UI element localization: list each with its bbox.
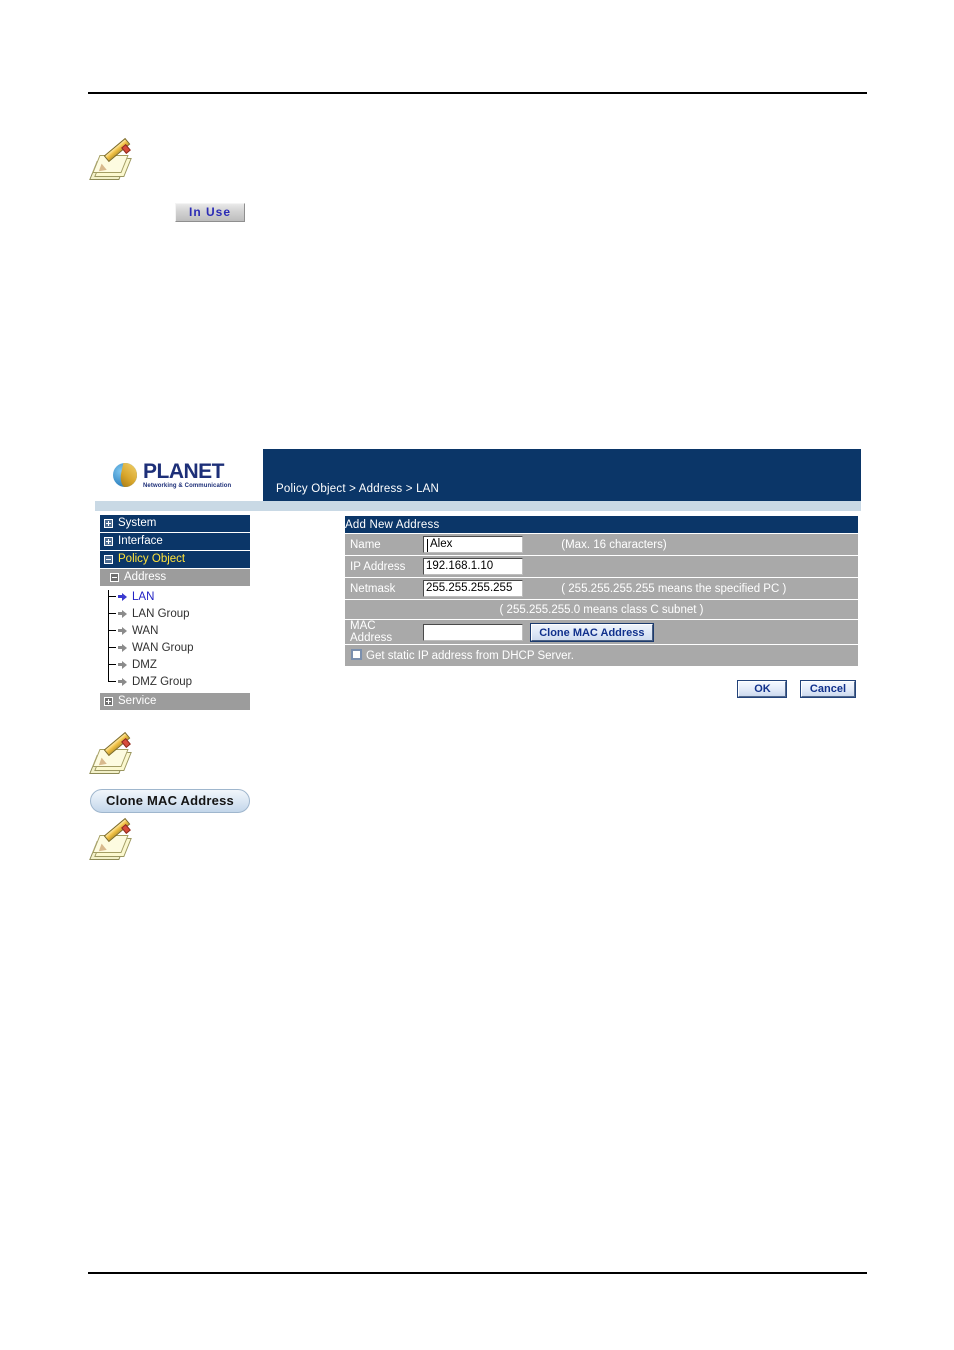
mac-address-label: MAC Address — [345, 620, 419, 644]
sidebar-item-lan[interactable]: LAN — [108, 588, 250, 605]
netmask-note: ( 255.255.255.0 means class C subnet ) — [345, 600, 858, 619]
expand-plus-icon[interactable] — [104, 697, 113, 706]
sidebar-item-label: Policy Object — [118, 553, 186, 565]
sidebar-item-label: DMZ — [132, 658, 157, 671]
arrow-right-icon — [118, 660, 128, 669]
sidebar-item-dmz-group[interactable]: DMZ Group — [108, 673, 250, 690]
sidebar-item-label: LAN — [132, 590, 155, 603]
name-field-cell: Alex — [419, 534, 556, 555]
header-underbar — [95, 501, 861, 511]
arrow-right-icon — [118, 609, 128, 618]
planet-logo: PLANET Networking & Communication — [95, 449, 263, 501]
sidebar-item-lan-group[interactable]: LAN Group — [108, 605, 250, 622]
logo-wordmark: PLANET — [143, 460, 225, 483]
pencil-eraser — [121, 824, 131, 834]
breadcrumb: Policy Object > Address > LAN — [276, 483, 440, 495]
sidebar-item-label: WAN Group — [132, 641, 194, 654]
form-title-row: Add New Address — [345, 516, 858, 533]
logo-tagline: Networking & Communication — [143, 483, 232, 489]
note-pencil-icon — [89, 817, 136, 868]
name-input[interactable]: Alex — [423, 536, 523, 553]
netmask-field-cell: 255.255.255.255 — [419, 578, 556, 599]
sidebar-item-label: LAN Group — [132, 607, 190, 620]
mac-address-field-cell: Clone MAC Address — [419, 620, 858, 644]
form-table: Add New Address Name Alex (Max. 16 chara… — [345, 515, 858, 667]
netmask-hint: ( 255.255.255.255 means the specified PC… — [555, 578, 858, 599]
clone-mac-address-button[interactable]: Clone MAC Address — [530, 622, 654, 642]
breadcrumb-band: Policy Object > Address > LAN — [263, 449, 861, 501]
tree-branch-line — [108, 647, 116, 648]
tree-branch-line — [108, 664, 116, 665]
sidebar-item-interface[interactable]: Interface — [100, 533, 250, 550]
ip-address-hint — [555, 556, 858, 577]
dhcp-checkbox[interactable] — [351, 649, 362, 660]
page-top-rule — [88, 92, 867, 94]
sidebar-group-address[interactable]: Address — [100, 569, 250, 586]
name-hint: (Max. 16 characters) — [555, 534, 858, 555]
form-row-dhcp: Get static IP address from DHCP Server. — [345, 645, 858, 666]
expand-plus-icon[interactable] — [104, 537, 113, 546]
dhcp-label: Get static IP address from DHCP Server. — [366, 650, 574, 662]
sidebar-item-label: System — [118, 517, 157, 529]
arrow-right-icon — [118, 626, 128, 635]
sidebar-item-label: WAN — [132, 624, 159, 637]
pencil-eraser — [121, 738, 131, 748]
arrow-right-icon — [118, 592, 128, 601]
form-row-netmask: Netmask 255.255.255.255 ( 255.255.255.25… — [345, 578, 858, 599]
in-use-button[interactable]: In Use — [175, 203, 245, 222]
sidebar-item-service[interactable]: Service — [100, 693, 250, 710]
ip-address-field-cell: 192.168.1.10 — [419, 556, 556, 577]
tree-branch-line — [108, 596, 116, 597]
ip-address-input[interactable]: 192.168.1.10 — [423, 558, 523, 575]
note-pencil-icon — [89, 137, 136, 188]
page-bottom-rule — [88, 1272, 867, 1274]
arrow-right-icon — [118, 677, 128, 686]
note-pencil-icon — [89, 731, 136, 782]
mac-address-input[interactable] — [423, 623, 523, 641]
sidebar-subnav: LAN LAN Group WAN WAN Group DMZ DMZ Grou… — [100, 588, 250, 690]
collapse-minus-icon[interactable] — [110, 573, 119, 582]
tree-branch-line — [108, 681, 116, 682]
form-action-bar: OK Cancel — [345, 679, 858, 698]
ok-button[interactable]: OK — [737, 680, 788, 698]
dhcp-cell: Get static IP address from DHCP Server. — [345, 645, 858, 666]
globe-icon — [113, 463, 137, 487]
device-web-ui-panel: PLANET Networking & Communication Policy… — [95, 449, 861, 722]
netmask-input[interactable]: 255.255.255.255 — [423, 580, 523, 597]
sidebar-item-dmz[interactable]: DMZ — [108, 656, 250, 673]
form-row-ip-address: IP Address 192.168.1.10 — [345, 556, 858, 577]
add-new-address-form: Add New Address Name Alex (Max. 16 chara… — [345, 515, 858, 698]
sidebar-item-policy-object[interactable]: Policy Object — [100, 551, 250, 568]
expand-plus-icon[interactable] — [104, 519, 113, 528]
form-row-name: Name Alex (Max. 16 characters) — [345, 534, 858, 555]
sidebar-item-label: Service — [118, 695, 157, 707]
collapse-minus-icon[interactable] — [104, 555, 113, 564]
sidebar-item-wan-group[interactable]: WAN Group — [108, 639, 250, 656]
netmask-label: Netmask — [345, 578, 419, 599]
sidebar-nav: System Interface Policy Object Address L… — [100, 515, 250, 711]
tree-branch-line — [108, 613, 116, 614]
clone-mac-address-pill-button[interactable]: Clone MAC Address — [90, 789, 250, 813]
name-label: Name — [345, 534, 419, 555]
form-title: Add New Address — [345, 516, 858, 533]
sidebar-item-label: Interface — [118, 535, 163, 547]
cancel-button[interactable]: Cancel — [799, 680, 857, 698]
form-row-netmask-note: ( 255.255.255.0 means class C subnet ) — [345, 600, 858, 619]
ip-address-label: IP Address — [345, 556, 419, 577]
logo-text-block: PLANET Networking & Communication — [143, 461, 231, 489]
sidebar-item-system[interactable]: System — [100, 515, 250, 532]
sidebar-group-label: Address — [124, 571, 167, 583]
sidebar-item-wan[interactable]: WAN — [108, 622, 250, 639]
arrow-right-icon — [118, 643, 128, 652]
ui-header: PLANET Networking & Communication Policy… — [95, 449, 861, 501]
form-row-mac-address: MAC Address Clone MAC Address — [345, 620, 858, 644]
ui-body: System Interface Policy Object Address L… — [95, 511, 861, 722]
tree-branch-line — [108, 630, 116, 631]
sidebar-item-label: DMZ Group — [132, 675, 193, 688]
pencil-eraser — [121, 144, 131, 154]
